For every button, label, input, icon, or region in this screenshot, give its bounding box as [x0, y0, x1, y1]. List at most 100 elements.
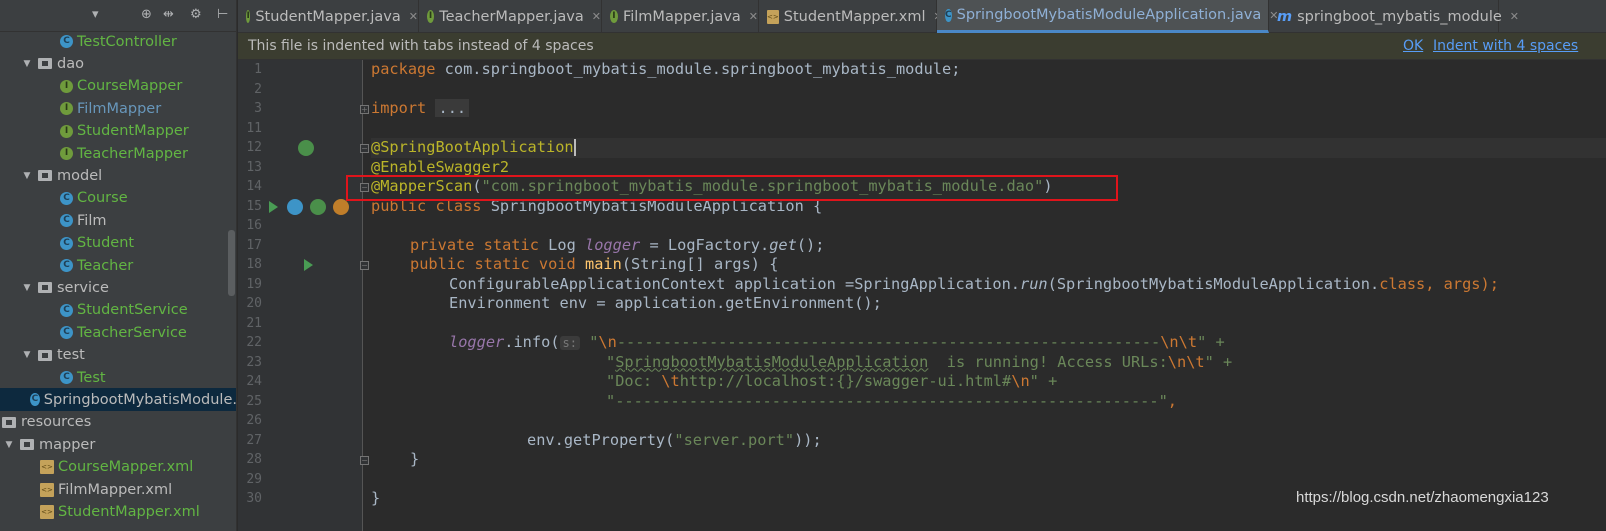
tree-item-label: Film — [77, 212, 107, 229]
tree-item[interactable]: C Student — [0, 232, 236, 255]
locate-icon[interactable]: ⊕ — [141, 7, 152, 22]
tree-item[interactable]: I FilmMapper — [0, 97, 236, 120]
tree-scrollbar[interactable] — [228, 230, 235, 296]
hide-panel-icon[interactable]: ⊢ — [217, 7, 228, 22]
line-number: 24 — [246, 374, 262, 389]
line-number: 30 — [246, 491, 262, 506]
tree-item-label: service — [57, 279, 109, 296]
tree-item[interactable]: I StudentMapper — [0, 120, 236, 143]
tree-item-label: Course — [77, 190, 128, 207]
expand-arrow-icon[interactable]: ▼ — [22, 283, 32, 293]
spring-bean-icon[interactable] — [298, 140, 314, 156]
gear-icon[interactable]: ⚙ — [190, 7, 202, 22]
tree-item[interactable]: ▼ dao — [0, 52, 236, 75]
editor-tab[interactable]: C SpringbootMybatisModuleApplication.java… — [937, 0, 1278, 33]
close-tab-icon[interactable]: ✕ — [409, 10, 418, 23]
close-tab-icon[interactable]: ✕ — [1510, 10, 1519, 23]
project-panel: ▾ ⊕ ⇹ ⚙ ⊢ C TestController ▼ dao I CourseMapp… — [0, 0, 237, 531]
line-number: 29 — [246, 471, 262, 487]
tree-item[interactable]: I TeacherMapper — [0, 142, 236, 165]
tree-item[interactable]: C Course — [0, 187, 236, 210]
interface-icon: I — [246, 10, 251, 23]
folder-icon — [38, 170, 52, 182]
ok-link[interactable]: OK — [1403, 38, 1423, 54]
expand-arrow-icon[interactable]: ▼ — [4, 440, 14, 450]
tree-item[interactable]: I CourseMapper — [0, 75, 236, 98]
tree-item[interactable]: C Test — [0, 366, 236, 389]
close-tab-icon[interactable]: ✕ — [749, 10, 758, 23]
editor-tab[interactable]: I FilmMapper.java ✕ — [602, 0, 759, 33]
collapse-icon[interactable]: ⇹ — [163, 7, 174, 22]
tree-item[interactable]: C StudentService — [0, 299, 236, 322]
xml-icon: <> — [40, 504, 54, 519]
tree-item[interactable]: ▼ mapper — [0, 433, 236, 456]
folder-icon — [38, 282, 52, 294]
tree-item-label: test — [57, 347, 85, 364]
editor-tab-bar: I StudentMapper.java ✕ I TeacherMapper.java ✕… — [238, 0, 1606, 33]
line-number: 1 — [254, 62, 262, 77]
tree-item[interactable]: <> CourseMapper.xml — [0, 456, 236, 479]
run-icon[interactable] — [269, 200, 278, 213]
line-number: 28 — [246, 452, 262, 467]
code-line: package com.springboot_mybatis_module.sp… — [371, 60, 961, 78]
class-icon: C — [60, 35, 73, 48]
interface-icon: I — [60, 124, 73, 138]
tree-item[interactable]: C SpringbootMybatisModule. — [0, 388, 236, 412]
xml-icon: <> — [767, 9, 779, 24]
tree-item[interactable]: <> StudentMapper.xml — [0, 500, 236, 523]
folded-imports[interactable]: ... — [435, 99, 470, 117]
code-line: "Doc: \thttp://localhost:{}/swagger-ui.h… — [606, 372, 1058, 390]
tree-item[interactable]: C TestController — [0, 30, 236, 53]
tree-item[interactable]: <> FilmMapper.xml — [0, 478, 236, 501]
line-number: 3 — [254, 101, 262, 116]
code-line: private static Log logger = LogFactory.g… — [410, 235, 825, 254]
editor-tab[interactable]: I StudentMapper.java ✕ — [238, 0, 419, 33]
tree-item-label: FilmMapper.xml — [58, 481, 173, 498]
line-number: 20 — [246, 296, 262, 311]
tree-item[interactable]: C Teacher — [0, 254, 236, 277]
expand-arrow-icon[interactable]: ▼ — [22, 350, 32, 360]
code-line: logger.info(s: "\n----------------------… — [449, 333, 1225, 351]
line-number: 27 — [246, 432, 262, 448]
watermark: https://blog.csdn.net/zhaomengxia123 — [1296, 489, 1549, 506]
xml-icon: <> — [40, 460, 54, 475]
folder-icon — [2, 416, 16, 428]
class-icon: C — [60, 259, 73, 272]
spring-bean-icon[interactable] — [310, 198, 326, 215]
parameter-hint: s: — [559, 336, 580, 350]
dropdown-chevron-icon[interactable]: ▾ — [92, 7, 99, 22]
interface-icon: I — [60, 147, 73, 160]
tree-item-label: CourseMapper.xml — [58, 459, 194, 476]
code-line: import ... — [371, 99, 470, 119]
tab-label: SpringbootMybatisModuleApplication.java — [956, 7, 1262, 23]
tab-label: StudentMapper.xml — [783, 8, 926, 25]
tree-item-label: resources — [21, 414, 92, 431]
tree-item[interactable]: C TeacherService — [0, 321, 236, 344]
interface-icon: I — [610, 10, 618, 23]
tree-item[interactable]: resources — [0, 411, 236, 434]
fold-marker-icon[interactable]: − — [360, 456, 369, 465]
close-tab-icon[interactable]: ✕ — [592, 10, 601, 23]
tree-item[interactable]: C Film — [0, 209, 236, 232]
line-number: 22 — [246, 335, 262, 350]
expand-arrow-icon[interactable]: ▼ — [22, 171, 32, 181]
editor-tab[interactable]: I TeacherMapper.java ✕ — [419, 0, 602, 33]
fold-marker-icon[interactable]: + — [360, 105, 369, 114]
class-icon: C — [60, 303, 73, 317]
tree-item[interactable]: ▼ test — [0, 344, 236, 367]
fold-marker-icon[interactable]: − — [360, 261, 369, 270]
tree-item-label: Test — [77, 369, 106, 386]
code-line: "---------------------------------------… — [606, 391, 1177, 410]
expand-arrow-icon[interactable]: ▼ — [22, 59, 32, 69]
fold-marker-icon[interactable]: − — [360, 144, 369, 153]
code-editor[interactable]: 1 2 3 11 12 13 14 15 16 17 18 19 20 21 22 23 24 25 26 27 28 2… — [238, 60, 1606, 531]
tree-item[interactable]: ▼ service — [0, 276, 236, 299]
class-icon: C — [60, 371, 73, 384]
editor-tab[interactable]: m springboot_mybatis_module ✕ — [1269, 0, 1519, 33]
run-icon[interactable] — [304, 259, 313, 271]
tree-item[interactable]: ▼ model — [0, 164, 236, 187]
text-caret — [573, 139, 576, 156]
indent-with-spaces-link[interactable]: Indent with 4 spaces — [1433, 38, 1578, 54]
class-icon[interactable] — [287, 198, 303, 215]
editor-tab[interactable]: <>StudentMapper.xml✕ — [759, 0, 943, 33]
